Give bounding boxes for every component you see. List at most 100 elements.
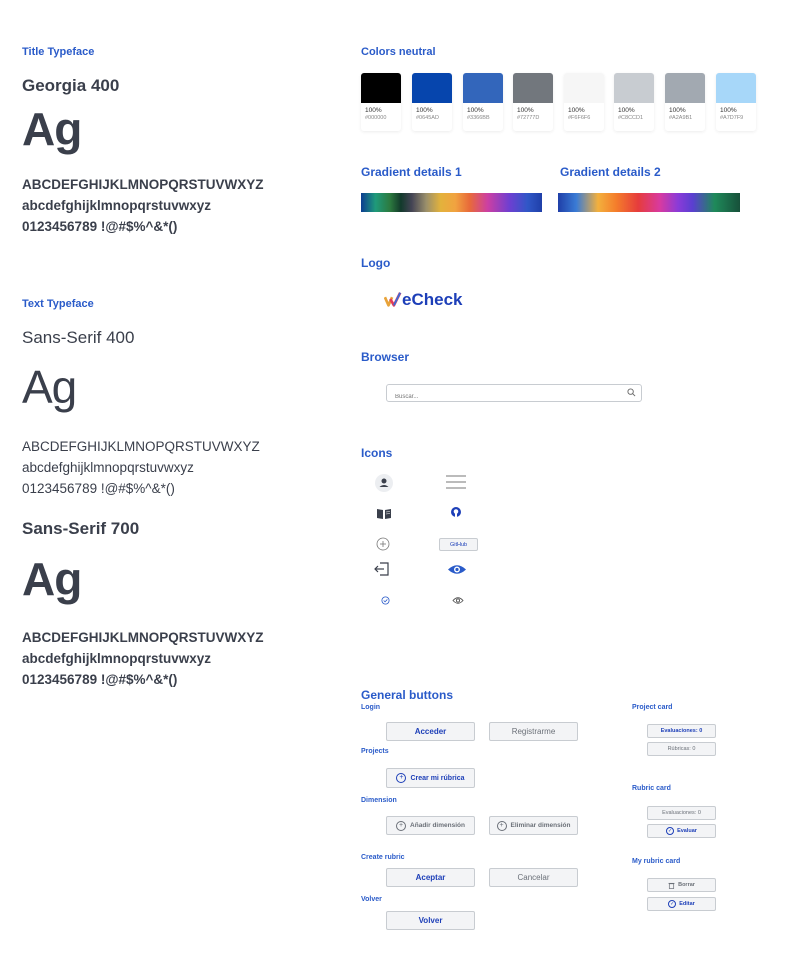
login-label: Login	[361, 704, 381, 711]
aceptar-button[interactable]: Aceptar	[386, 868, 475, 887]
rubric-card-label: Rubric card	[632, 785, 671, 792]
text-typeface-digits: 0123456789 !@#$%^&*()	[22, 481, 175, 496]
dimension-label: Dimension	[361, 797, 397, 804]
gradient-2-label: Gradient details 2	[560, 165, 661, 179]
logo-text: eCheck	[402, 290, 463, 309]
registrarme-button-label: Registrarme	[511, 727, 556, 736]
text-typeface-bold-upper: ABCDEFGHIJKLMNOPQRSTUVWXYZ	[22, 630, 264, 645]
browser-heading: Browser	[361, 350, 410, 364]
evaluar-button-label: Evaluar	[677, 828, 697, 834]
cancelar-button-label: Cancelar	[517, 873, 550, 882]
text-typeface-sample: Ag	[22, 361, 77, 413]
github-icon[interactable]	[450, 506, 462, 518]
swatch-hex: #A7D7F9	[720, 115, 744, 121]
evaluar-button[interactable]: ✓ Evaluar	[647, 824, 716, 838]
anadir-dimension-button[interactable]: + Añadir dimensión	[386, 816, 475, 835]
general-buttons-heading: General buttons	[361, 688, 454, 702]
swatch-percent: 100%	[416, 107, 433, 114]
color-swatch: 100% #3366BB	[463, 73, 503, 131]
editar-button-label: Editar	[679, 901, 695, 907]
swatch-hex: #0645AD	[416, 115, 439, 121]
plus-circle-icon: +	[396, 773, 407, 783]
text-typeface-regular-label: Sans-Serif 400	[22, 328, 135, 347]
eye-filled-icon[interactable]	[447, 563, 467, 576]
volver-button[interactable]: Volver	[386, 911, 475, 930]
color-swatch: 100% #0645AD	[412, 73, 452, 131]
evaluaciones-count-button-label: Evaluaciones: 0	[662, 810, 701, 816]
title-typeface-upper: ABCDEFGHIJKLMNOPQRSTUVWXYZ	[22, 177, 264, 192]
search-box[interactable]	[386, 384, 642, 406]
swatch-fill	[513, 73, 553, 103]
color-swatch: 100% #72777D	[513, 73, 553, 131]
icons-heading: Icons	[361, 446, 393, 460]
rubricas-button[interactable]: Rúbricas: 0	[647, 742, 716, 756]
title-typeface-sample: Ag	[22, 103, 82, 155]
check-circle-icon: ✓	[668, 900, 677, 908]
text-typeface-bold-charset: ABCDEFGHIJKLMNOPQRSTUVWXYZ abcdefghijklm…	[22, 627, 264, 690]
title-typeface-lower: abcdefghijklmnopqrstuvwxyz	[22, 198, 212, 213]
swatch-hex: #A2A9B1	[669, 115, 693, 121]
eliminar-dimension-button[interactable]: + Eliminar dimensión	[489, 816, 578, 835]
swatch-percent: 100%	[720, 107, 737, 114]
volver-button-label: Volver	[418, 916, 443, 925]
swatch-fill	[361, 73, 401, 103]
colors-heading: Colors neutral	[361, 46, 436, 58]
trash-icon	[668, 882, 675, 889]
acceder-button-label: Acceder	[414, 727, 447, 736]
title-typeface-charset: ABCDEFGHIJKLMNOPQRSTUVWXYZ abcdefghijklm…	[22, 174, 264, 237]
search-input[interactable]	[393, 388, 617, 406]
plus-circle-icon: +	[496, 820, 507, 831]
search-icon[interactable]	[627, 388, 636, 397]
text-typeface-charset: ABCDEFGHIJKLMNOPQRSTUVWXYZ abcdefghijklm…	[22, 436, 260, 499]
book-icon[interactable]	[376, 508, 392, 520]
swatch-hex: #F6F6F6	[568, 115, 591, 121]
logo-heading: Logo	[361, 256, 391, 270]
evaluaciones-count-button[interactable]: Evaluaciones: 0	[647, 806, 716, 820]
project-card-label: Project card	[632, 704, 673, 711]
registrarme-button[interactable]: Registrarme	[489, 722, 578, 741]
rubricas-button-label: Rúbricas: 0	[667, 746, 696, 752]
swatch-percent: 100%	[669, 107, 686, 114]
projects-label: Projects	[361, 748, 389, 755]
acceder-button[interactable]: Acceder	[386, 722, 475, 741]
text-typeface-heading: Text Typeface	[22, 298, 94, 310]
borrar-button-label: Borrar	[678, 882, 695, 888]
eye-outline-icon[interactable]	[452, 596, 464, 605]
anadir-dimension-button-label: Añadir dimensión	[410, 822, 465, 829]
crear-rubrica-button-label: Crear mi rúbrica	[410, 774, 465, 782]
text-typeface-bold-digits: 0123456789 !@#$%^&*()	[22, 672, 178, 687]
logout-icon[interactable]	[374, 562, 390, 576]
color-swatch: 100% #C8CCD1	[614, 73, 654, 131]
swatch-fill	[564, 73, 604, 103]
my-rubric-card-label: My rubric card	[632, 858, 681, 865]
menu-icon[interactable]	[446, 475, 466, 489]
swatch-hex: #3366BB	[467, 115, 490, 121]
swatch-fill	[463, 73, 503, 103]
create-rubric-label: Create rubric	[361, 854, 405, 861]
github-button[interactable]: GitHub	[439, 538, 478, 551]
gradient-1-label: Gradient details 1	[361, 165, 462, 179]
editar-button[interactable]: ✓ Editar	[647, 897, 716, 911]
plus-circle-icon: +	[396, 820, 407, 831]
crear-rubrica-button[interactable]: + Crear mi rúbrica	[386, 768, 475, 788]
swatch-percent: 100%	[568, 107, 585, 114]
check-circle-icon[interactable]	[381, 596, 390, 605]
aceptar-button-label: Aceptar	[415, 873, 446, 882]
logo-check-icon	[384, 292, 402, 307]
user-icon[interactable]	[374, 473, 394, 493]
borrar-button[interactable]: Borrar	[647, 878, 716, 892]
cancelar-button[interactable]: Cancelar	[489, 868, 578, 887]
add-circle-icon[interactable]	[376, 537, 390, 551]
text-typeface-upper: ABCDEFGHIJKLMNOPQRSTUVWXYZ	[22, 439, 260, 454]
swatch-hex: #C8CCD1	[618, 115, 644, 121]
text-typeface-bold-lower: abcdefghijklmnopqrstuvwxyz	[22, 651, 212, 666]
swatch-percent: 100%	[467, 107, 484, 114]
swatch-fill	[412, 73, 452, 103]
color-swatch: 100% #A7D7F9	[716, 73, 756, 131]
swatch-percent: 100%	[517, 107, 534, 114]
color-swatch: 100% #A2A9B1	[665, 73, 705, 131]
github-button-label: GitHub	[449, 541, 468, 548]
wecheck-logo: eCheck	[384, 290, 462, 310]
evaluaciones-button[interactable]: Evaluaciones: 0	[647, 724, 716, 738]
swatch-hex: #000000	[365, 115, 387, 121]
